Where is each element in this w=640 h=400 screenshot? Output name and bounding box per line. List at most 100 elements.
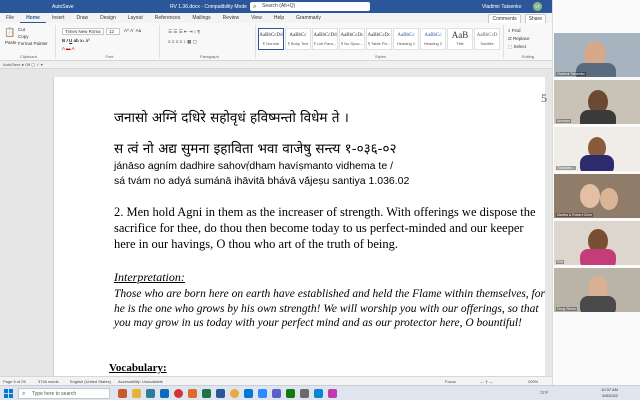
style-list-paragraph[interactable]: AaBbCcDd ¶ List Para... (312, 28, 338, 50)
tab-home[interactable]: Home (20, 13, 46, 23)
transliteration-line-1: jánāso agním dadhire sahovṛ́dham havíṣma… (114, 160, 393, 172)
app-icon[interactable] (118, 389, 127, 398)
verse-translation: 2. Men hold Agni in them as the increase… (114, 205, 536, 251)
tab-file[interactable]: File (0, 13, 20, 23)
tab-mailings[interactable]: Mailings (186, 13, 216, 23)
style-name: Subtitle (480, 41, 494, 46)
app-icon[interactable] (286, 389, 295, 398)
list-icons[interactable]: ☰ ☰ ☰ ⇤ ⇥ ↕ ¶ (168, 29, 200, 35)
ribbon-tabs: File Home Insert Draw Design Layout Refe… (0, 13, 552, 24)
paste-icon[interactable]: 📋 (4, 27, 15, 38)
participant-name: Vladimir Tatsenko (556, 72, 586, 76)
app-icon[interactable] (314, 389, 323, 398)
video-tile[interactable]: Martha & Robert Gries (554, 174, 640, 218)
video-tile[interactable]: Priti (554, 221, 640, 265)
avatar[interactable]: VT (533, 2, 542, 11)
video-tile[interactable]: Doug Simon (554, 268, 640, 312)
windows-start-icon[interactable] (4, 389, 13, 398)
edge-icon[interactable] (146, 389, 155, 398)
style-heading-1[interactable]: AaBbCc Heading 1 (393, 28, 419, 50)
find-button[interactable]: ⌕ Find (508, 28, 521, 33)
system-clock[interactable]: 10:37 AM 8/5/2022 (601, 387, 618, 399)
style-body-text[interactable]: AaBbCc ¶ Body Text (285, 28, 311, 50)
excel-icon[interactable] (202, 389, 211, 398)
tab-review[interactable]: Review (217, 13, 245, 23)
search-icon: ⌕ (22, 391, 26, 397)
tab-insert[interactable]: Insert (46, 13, 71, 23)
select-button[interactable]: ⬚ Select (508, 44, 526, 50)
style-name: Heading 2 (423, 41, 443, 46)
video-tile[interactable]: Thankam ... (554, 127, 640, 171)
text-color-icon[interactable]: A ▬ A (62, 46, 75, 51)
word-icon[interactable] (216, 389, 225, 398)
document-area[interactable]: 5 जनासो अग्निं दधिरे सहोवृधं हविष्मन्तो … (0, 69, 552, 376)
align-icons[interactable]: ≡ ≡ ≡ ≡ ↕ ▦ ▢ (168, 39, 197, 45)
tab-grammarly[interactable]: Grammarly (290, 13, 327, 23)
page-count[interactable]: Page 5 of 25 (3, 379, 26, 384)
tab-help[interactable]: Help (268, 13, 290, 23)
tab-draw[interactable]: Draw (70, 13, 94, 23)
style-table-paragraph[interactable]: AaBbCcDc ¶ Table Pa... (366, 28, 392, 50)
app-icon[interactable] (300, 389, 309, 398)
tab-view[interactable]: View (245, 13, 268, 23)
style-subtitle[interactable]: AaBbCcD Subtitle (474, 28, 500, 50)
video-tile[interactable]: Arindam (554, 80, 640, 124)
video-tile[interactable]: Vladimir Tatsenko (554, 33, 640, 77)
vocabulary-heading: Vocabulary: (109, 362, 167, 374)
font-size-select[interactable]: 12 (106, 28, 120, 35)
cut-button[interactable]: Cut (18, 27, 25, 32)
style-name: ¶ Body Text (287, 41, 309, 46)
style-normal[interactable]: AaBbCcDd ¶ Normal (258, 28, 284, 50)
zoom-icon[interactable] (258, 389, 267, 398)
zoom-level[interactable]: 200% (528, 379, 538, 384)
word-count[interactable]: 3746 words (38, 379, 59, 384)
document-page[interactable]: 5 जनासो अग्निं दधिरे सहोवृधं हविष्मन्तो … (53, 77, 547, 376)
autosave-label[interactable]: AutoSave (52, 4, 74, 10)
language-indicator[interactable]: English (United States) (70, 379, 111, 384)
outlook-icon[interactable] (244, 389, 253, 398)
sanskrit-line-2: स त्वं नो अद्य सुमना इहाविता भवा वाजेषु … (114, 141, 397, 157)
search-icon: ⌕ (253, 4, 257, 10)
style-name: Heading 1 (396, 41, 416, 46)
participant-name: Priti (556, 260, 565, 264)
participant-body (580, 110, 616, 124)
format-buttons[interactable]: B I U ab x₂ x² (62, 38, 90, 43)
participant-name: Thankam ... (556, 166, 577, 170)
format-painter-button[interactable]: Format Painter (18, 41, 48, 46)
style-no-spacing[interactable]: AaBbCcDc ¶ No Spac... (339, 28, 365, 50)
accessibility-status[interactable]: Accessibility: Unavailable (118, 379, 163, 384)
style-sample: AaBbCc (424, 33, 442, 38)
participant-body (580, 249, 616, 265)
replace-button[interactable]: ⇄ Replace (508, 36, 530, 42)
taskbar-search[interactable]: ⌕ Type here to search (18, 388, 110, 399)
grow-font-icon[interactable]: A^ Aˇ Aa (124, 28, 141, 33)
teams-icon[interactable] (272, 389, 281, 398)
weather-widget[interactable]: 72°F (540, 390, 549, 395)
status-bar: Page 5 of 25 3746 words English (United … (0, 376, 552, 385)
tab-design[interactable]: Design (94, 13, 122, 23)
interpretation-text: Those who are born here on earth have es… (114, 288, 545, 329)
style-title[interactable]: AaB Title (447, 28, 473, 50)
zoom-slider[interactable]: — ┼ — (480, 379, 493, 384)
app-icon[interactable] (328, 389, 337, 398)
opera-icon[interactable] (174, 389, 183, 398)
style-sample: AaB (451, 30, 469, 40)
paste-button[interactable]: Paste (5, 40, 17, 45)
powerpoint-icon[interactable] (188, 389, 197, 398)
file-explorer-icon[interactable] (132, 389, 141, 398)
search-box[interactable]: ⌕ Search (Alt+Q) (250, 2, 370, 11)
focus-button[interactable]: Focus (445, 379, 456, 384)
document-title: RV 1.36.docx - Compatibility Mode (170, 3, 247, 10)
tab-references[interactable]: References (149, 13, 187, 23)
autosave-toggle[interactable]: AutoSave ● Off ▢ ✓ ▾ (3, 62, 43, 67)
ribbon: 📋 Paste Cut Copy Format Painter Clipboar… (0, 23, 552, 61)
store-icon[interactable] (160, 389, 169, 398)
taskbar-search-placeholder: Type here to search (32, 391, 77, 397)
font-name-select[interactable]: Times New Roma (62, 28, 104, 35)
copy-button[interactable]: Copy (18, 34, 29, 39)
style-name: Title (456, 41, 464, 46)
user-name[interactable]: Vladimir Tatsenko (482, 4, 521, 10)
tab-layout[interactable]: Layout (122, 13, 149, 23)
chrome-icon[interactable] (230, 389, 239, 398)
style-heading-2[interactable]: AaBbCc Heading 2 (420, 28, 446, 50)
